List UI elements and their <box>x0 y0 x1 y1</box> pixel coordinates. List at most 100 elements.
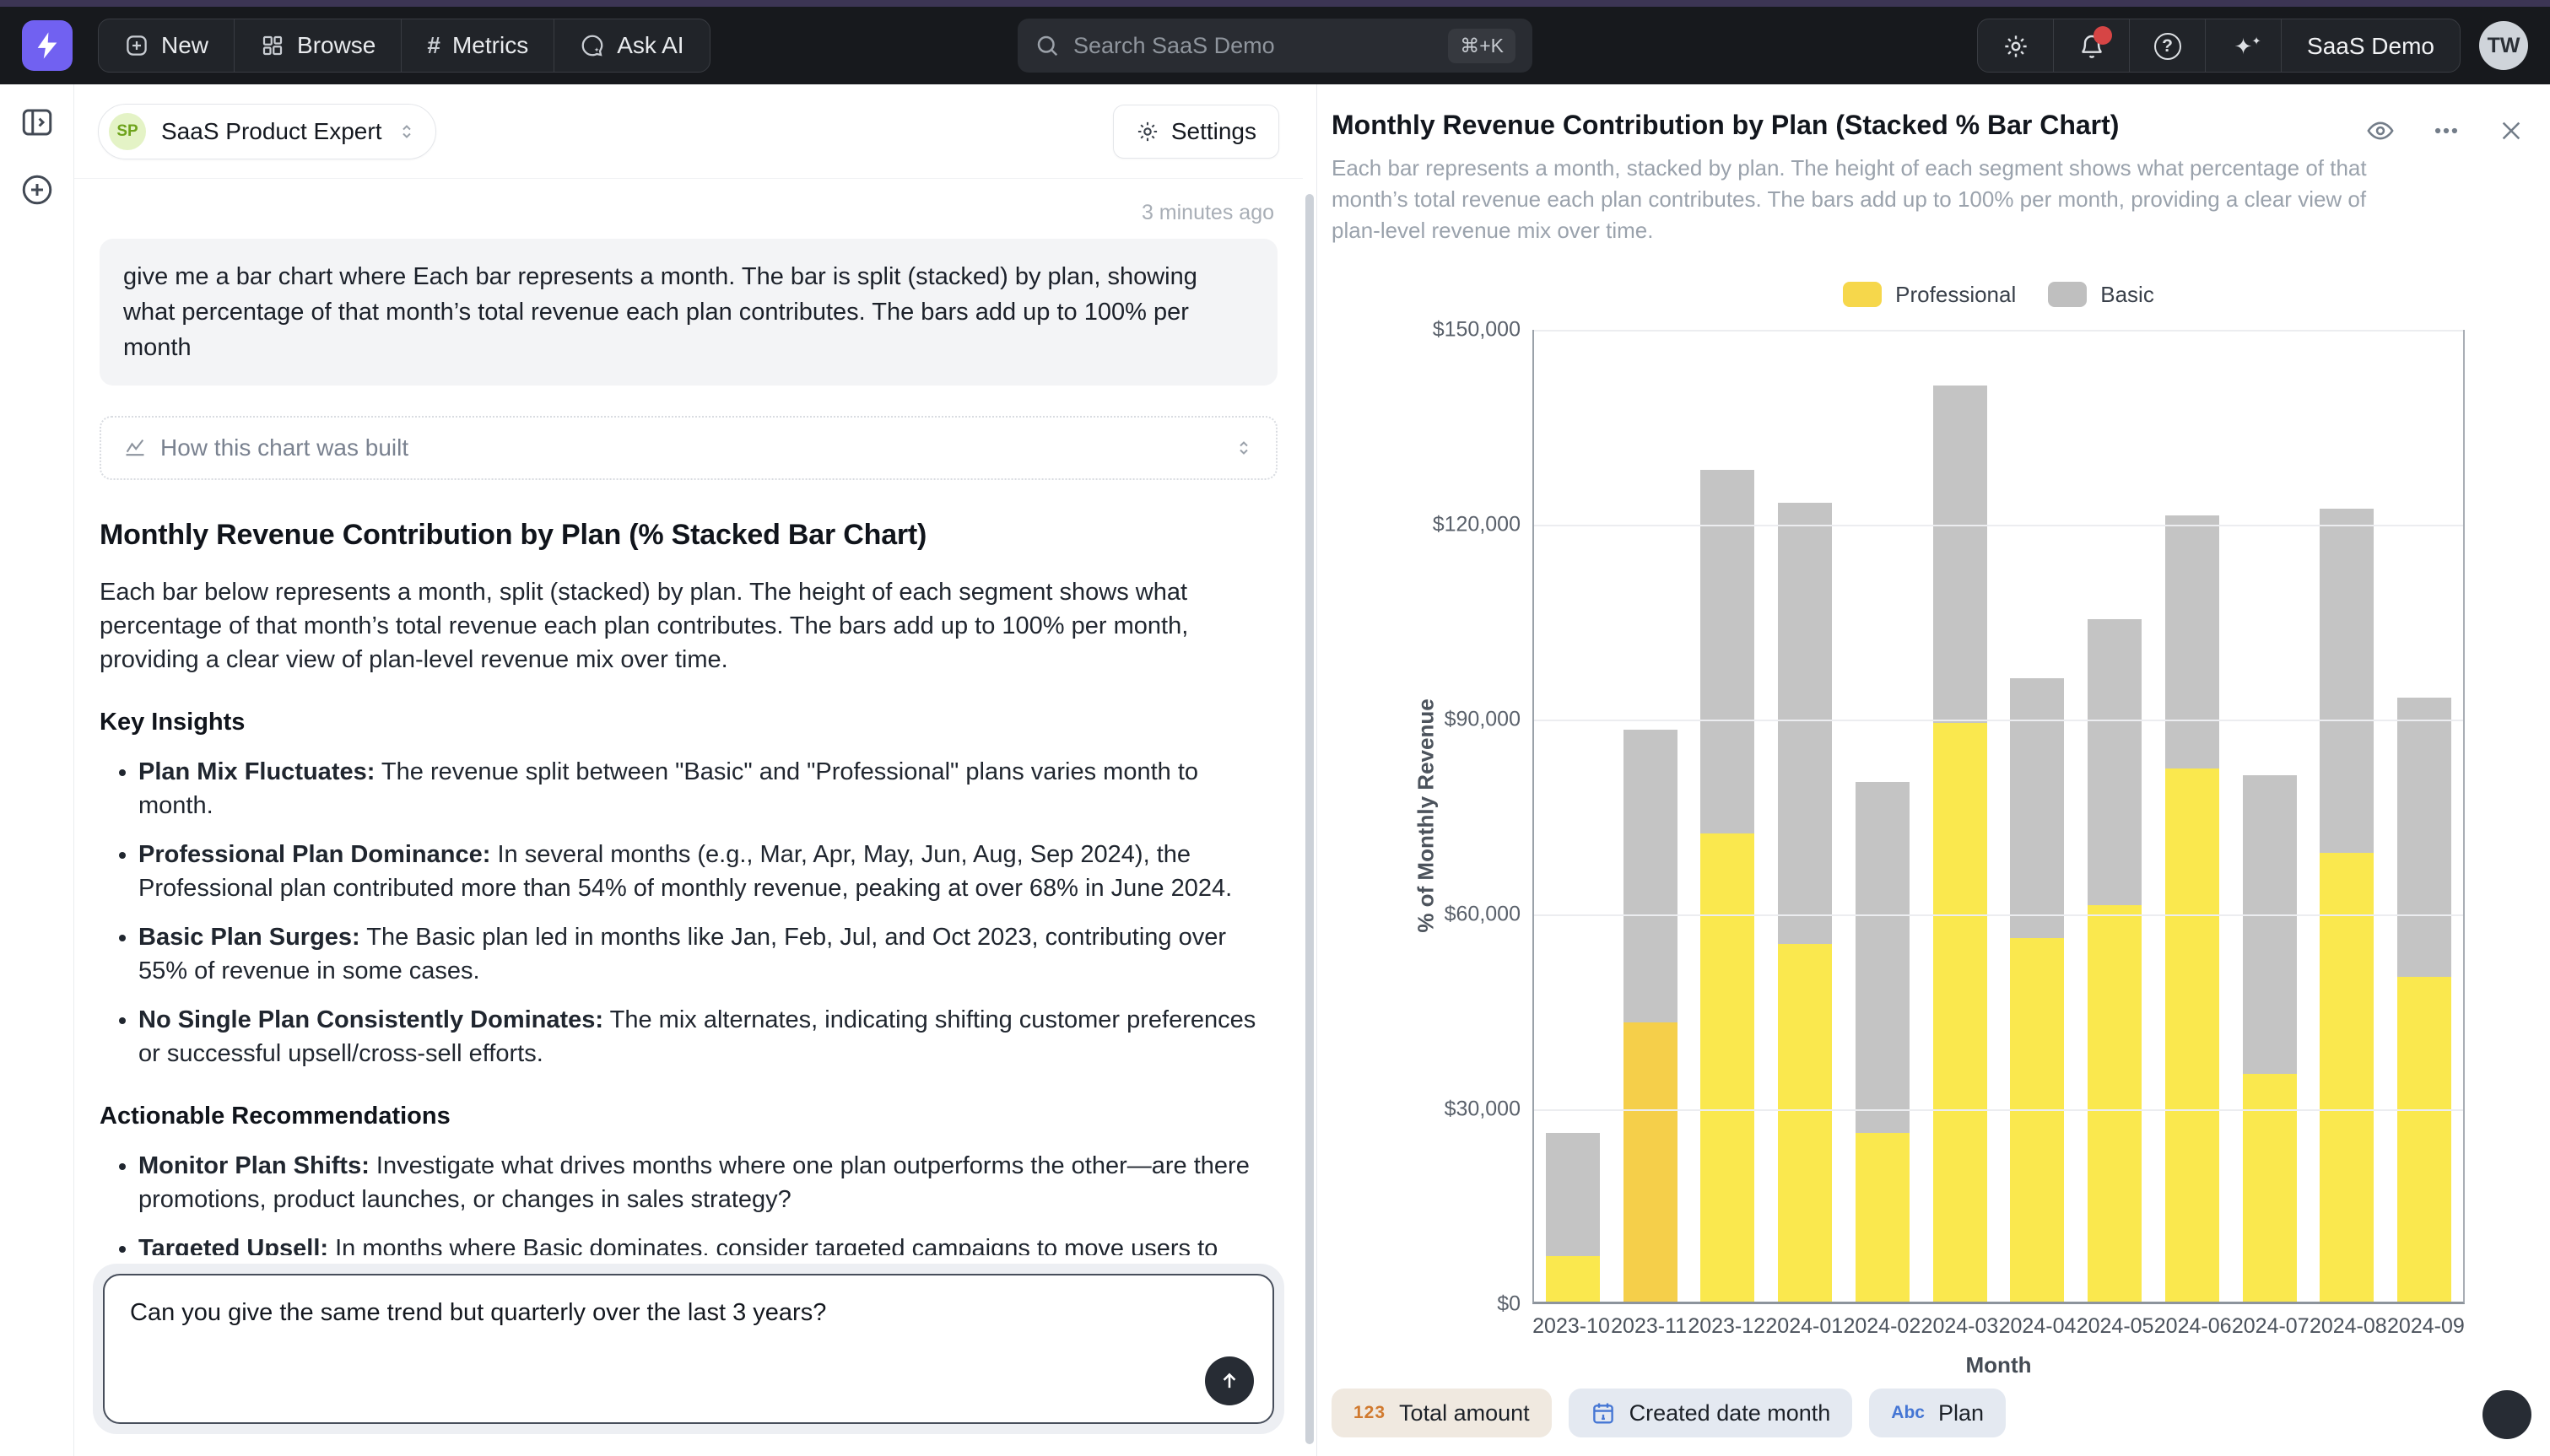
nav-browse-button[interactable]: Browse <box>235 19 402 72</box>
bar-segment-basic[interactable] <box>1856 782 1910 1133</box>
agent-name: SaaS Product Expert <box>161 118 381 145</box>
settings-gear-button[interactable] <box>1978 19 2054 73</box>
how-chart-built-toggle[interactable]: How this chart was built <box>100 416 1278 480</box>
bar-2024-08[interactable] <box>2320 509 2374 1301</box>
bar-segment-professional[interactable] <box>1623 1022 1677 1302</box>
send-button[interactable] <box>1205 1356 1254 1405</box>
bar-segment-professional[interactable] <box>2397 977 2451 1302</box>
bar-segment-basic[interactable] <box>2243 775 2297 1074</box>
search-shortcut-badge: ⌘+K <box>1448 29 1515 63</box>
bar-segment-basic[interactable] <box>2165 515 2219 768</box>
bar-segment-basic[interactable] <box>1623 730 1677 1022</box>
bar-2023-12[interactable] <box>1700 470 1754 1302</box>
agent-selector[interactable]: SP SaaS Product Expert <box>98 104 436 159</box>
line-chart-icon <box>123 436 147 460</box>
gridline <box>1534 1109 2463 1111</box>
bar-segment-professional[interactable] <box>2320 853 2374 1301</box>
bar-2024-07[interactable] <box>2243 775 2297 1302</box>
bar-segment-professional[interactable] <box>2243 1074 2297 1302</box>
sparkles-icon: ✦✦ <box>2229 32 2258 61</box>
bar-2024-06[interactable] <box>2165 515 2219 1302</box>
nav-new-button[interactable]: New <box>99 19 235 72</box>
recommendations-heading: Actionable Recommendations <box>100 1103 1278 1130</box>
sidebar-toggle-icon[interactable] <box>19 105 55 140</box>
chat-input[interactable]: Can you give the same trend but quarterl… <box>103 1274 1274 1424</box>
new-chat-plus-icon[interactable] <box>19 172 55 208</box>
close-icon[interactable] <box>2498 117 2525 144</box>
bar-segment-professional[interactable] <box>1700 833 1754 1301</box>
chart-panel-actions <box>2366 116 2525 145</box>
bar-segment-professional[interactable] <box>2165 768 2219 1301</box>
chip-created-date-month[interactable]: Created date month <box>1569 1389 1853 1437</box>
bar-segment-basic[interactable] <box>1778 503 1832 945</box>
ai-assistant-button[interactable]: ✦✦ <box>2206 19 2282 73</box>
window-title-strip <box>0 0 2550 7</box>
bars-container <box>1534 330 2463 1302</box>
notifications-button[interactable] <box>2054 19 2130 73</box>
nav-metrics-button[interactable]: # Metrics <box>402 19 554 72</box>
more-options-icon[interactable] <box>2432 116 2461 145</box>
bar-segment-professional[interactable] <box>2010 938 2064 1302</box>
number-field-icon: 123 <box>1353 1403 1386 1423</box>
workspace-button[interactable]: SaaS Demo <box>2282 19 2460 73</box>
y-tick-label: $90,000 <box>1445 707 1521 731</box>
hash-icon: # <box>427 32 440 59</box>
bar-segment-professional[interactable] <box>1546 1256 1600 1302</box>
y-tick-label: $30,000 <box>1445 1097 1521 1121</box>
chat-sparkle-icon <box>580 33 605 58</box>
bar-2024-02[interactable] <box>1856 782 1910 1302</box>
bar-segment-professional[interactable] <box>1933 723 1987 1301</box>
bar-segment-basic[interactable] <box>2088 619 2142 905</box>
bar-2024-04[interactable] <box>2010 678 2064 1302</box>
y-tick-label: $120,000 <box>1433 512 1521 537</box>
chip-plan[interactable]: Abc Plan <box>1869 1389 2006 1437</box>
legend-item-professional[interactable]: Professional <box>1843 282 2016 308</box>
bar-2023-10[interactable] <box>1546 1133 1600 1302</box>
left-rail <box>0 84 74 1456</box>
bar-segment-basic[interactable] <box>1546 1133 1600 1256</box>
x-axis-labels: 2023-102023-112023-122024-012024-022024-… <box>1532 1314 2465 1339</box>
bar-segment-professional[interactable] <box>1856 1133 1910 1302</box>
chip-total-amount-label: Total amount <box>1399 1400 1530 1426</box>
bar-2024-09[interactable] <box>2397 698 2451 1302</box>
bar-2024-05[interactable] <box>2088 619 2142 1301</box>
eye-icon[interactable] <box>2366 116 2395 145</box>
bar-segment-professional[interactable] <box>2088 905 2142 1302</box>
bar-segment-basic[interactable] <box>2010 678 2064 938</box>
x-tick-label: 2024-08 <box>2310 1314 2387 1339</box>
key-insights-list: Plan Mix Fluctuates: The revenue split b… <box>100 755 1278 1070</box>
bar-2024-03[interactable] <box>1933 386 1987 1302</box>
grid-icon <box>260 33 285 58</box>
recommendations-list: Monitor Plan Shifts: Investigate what dr… <box>100 1149 1278 1255</box>
chat-scrollbar-thumb[interactable] <box>1305 194 1314 1444</box>
bar-2024-01[interactable] <box>1778 503 1832 1302</box>
legend-item-basic[interactable]: Basic <box>2048 282 2154 308</box>
app-logo[interactable] <box>22 20 73 71</box>
global-search-input[interactable]: Search SaaS Demo ⌘+K <box>1018 19 1532 73</box>
chat-message-list[interactable]: 3 minutes ago give me a bar chart where … <box>74 179 1303 1255</box>
x-tick-label: 2024-03 <box>1921 1314 1998 1339</box>
composer: Can you give the same trend but quarterl… <box>93 1264 1284 1434</box>
x-tick-label: 2024-06 <box>2154 1314 2232 1339</box>
chevron-up-down-icon <box>397 121 417 142</box>
nav-ask-ai-button[interactable]: Ask AI <box>554 19 709 72</box>
key-insight-item: Basic Plan Surges: The Basic plan led in… <box>138 920 1278 988</box>
x-tick-label: 2024-05 <box>2077 1314 2154 1339</box>
chart-legend: Professional Basic <box>1532 282 2465 308</box>
help-button[interactable]: ? <box>2130 19 2206 73</box>
bar-segment-professional[interactable] <box>1778 944 1832 1302</box>
chip-total-amount[interactable]: 123 Total amount <box>1332 1389 1552 1437</box>
bar-segment-basic[interactable] <box>1933 386 1987 723</box>
chart-panel-description: Each bar represents a month, stacked by … <box>1332 153 2395 246</box>
bar-2023-11[interactable] <box>1623 730 1677 1302</box>
nav-metrics-label: Metrics <box>452 32 528 59</box>
chat-scrollbar[interactable] <box>1303 84 1316 1456</box>
chat-settings-button[interactable]: Settings <box>1113 105 1279 159</box>
bar-segment-basic[interactable] <box>2397 698 2451 977</box>
bar-segment-basic[interactable] <box>2320 509 2374 853</box>
x-tick-label: 2024-02 <box>1843 1314 1921 1339</box>
response-intro: Each bar below represents a month, split… <box>100 575 1278 677</box>
user-avatar[interactable]: TW <box>2479 21 2528 70</box>
key-insights-heading: Key Insights <box>100 709 1278 736</box>
chip-created-date-month-label: Created date month <box>1629 1400 1831 1426</box>
